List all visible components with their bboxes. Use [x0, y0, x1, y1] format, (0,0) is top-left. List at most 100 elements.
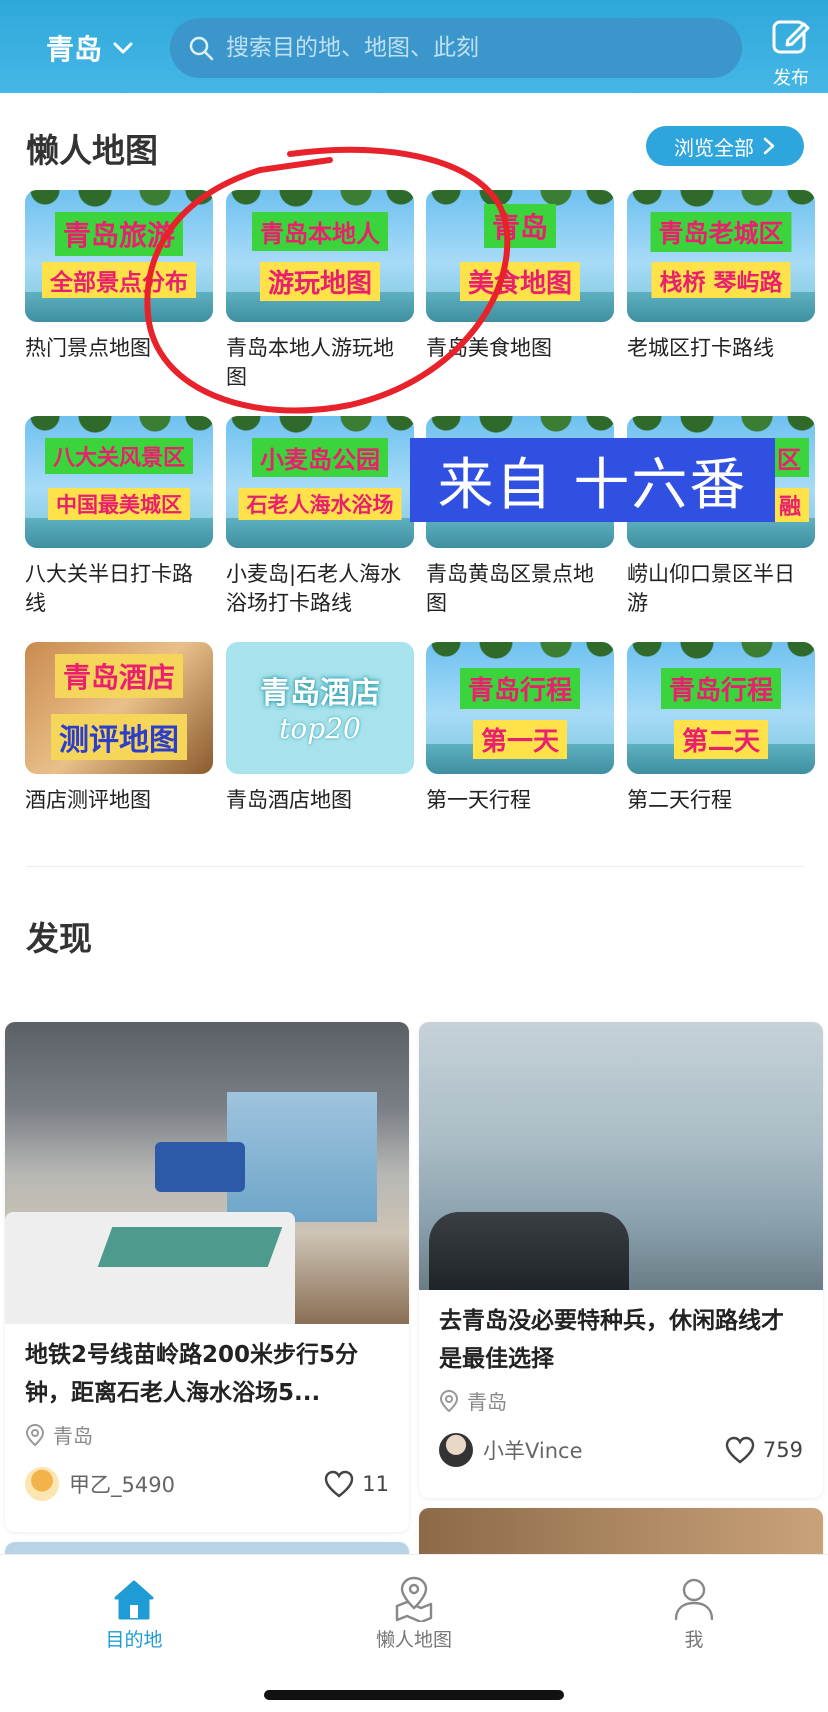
sofa [155, 1142, 245, 1192]
nav-item-destination[interactable]: 目的地 [64, 1573, 204, 1652]
thumb-subtitle: 中国最美城区 [48, 488, 190, 520]
feed-card[interactable]: 去青岛没必要特种兵，休闲路线才是最佳选择 青岛 小羊Vince 759 [419, 1022, 823, 1498]
tile-caption: 青岛美食地图 [426, 336, 552, 360]
city-selector[interactable]: 青岛 [46, 28, 134, 68]
nav-item-lazy-map[interactable]: 懒人地图 [344, 1573, 484, 1652]
map-tile[interactable]: 青岛酒店 测评地图 酒店测评地图 [25, 642, 213, 815]
tile-caption: 热门景点地图 [25, 336, 151, 360]
thumb-subtitle: 石老人海水浴场 [238, 488, 402, 520]
chevron-right-icon [763, 137, 775, 155]
map-thumbnail: 青岛旅游 全部景点分布 [25, 190, 213, 322]
map-tile[interactable]: 青岛老城区 栈桥 琴屿路 老城区打卡路线 [627, 190, 815, 363]
thumb-title: 青岛本地人 [252, 212, 388, 251]
tile-caption: 小麦岛|石老人海水浴场打卡路线 [226, 562, 402, 615]
feed-image [5, 1022, 409, 1324]
thumb-subtitle: 栈桥 琴屿路 [651, 262, 791, 298]
publish-label: 发布 [773, 68, 809, 89]
heart-icon [725, 1436, 755, 1464]
thumb-subtitle: 测评地图 [51, 714, 187, 760]
location-label: 青岛 [53, 1424, 93, 1448]
thumb-subtitle: 第二天 [673, 720, 769, 759]
thumb-title: 小麦岛公园 [252, 438, 388, 477]
tile-caption: 第二天行程 [627, 788, 732, 812]
thumb-subtitle: 第一天 [472, 720, 568, 759]
like-button[interactable]: 11 [324, 1470, 389, 1498]
home-icon [114, 1580, 154, 1620]
map-tile[interactable]: 青岛行程 第二天 第二天行程 [627, 642, 815, 815]
feed-card-location: 青岛 [419, 1386, 823, 1415]
browse-all-label: 浏览全部 [674, 135, 754, 160]
thumb-title: 青岛行程 [660, 668, 782, 709]
tile-caption: 青岛酒店地图 [226, 788, 352, 812]
nav-label: 懒人地图 [375, 1629, 452, 1651]
publish-button[interactable]: 发布 [766, 16, 816, 90]
map-thumbnail: 青岛老城区 栈桥 琴屿路 [627, 190, 815, 322]
username[interactable]: 甲乙_5490 [69, 1469, 324, 1499]
thumb-title: 青岛旅游 [54, 212, 184, 256]
location-label: 青岛 [467, 1390, 507, 1414]
username[interactable]: 小羊Vince [483, 1435, 725, 1465]
thumb-subtitle: 融 [770, 488, 809, 522]
feed-card-title: 地铁2号线苗岭路200米步行5分钟，距离石老人海水浴场5... [25, 1342, 359, 1406]
thumb-title: 青岛老城区 [650, 212, 792, 252]
thumb-subtitle: 游玩地图 [259, 262, 381, 301]
map-tile[interactable]: 青岛 美食地图 青岛美食地图 [426, 190, 614, 363]
section-divider [26, 866, 804, 867]
feed-card-title: 去青岛没必要特种兵，休闲路线才是最佳选择 [439, 1308, 784, 1372]
map-thumbnail: 青岛 美食地图 [426, 190, 614, 322]
bed-runner [97, 1227, 283, 1267]
map-tile[interactable]: 青岛本地人 游玩地图 青岛本地人游玩地图 [226, 190, 414, 392]
like-count: 759 [762, 1438, 803, 1462]
tile-caption: 老城区打卡路线 [627, 336, 774, 360]
map-tile[interactable]: 青岛旅游 全部景点分布 热门景点地图 [25, 190, 213, 363]
feed-card-meta: 甲乙_5490 11 [5, 1467, 409, 1501]
edit-icon [772, 20, 810, 54]
top-bar: 青岛 发布 [0, 0, 828, 93]
tile-caption: 青岛本地人游玩地图 [226, 336, 394, 389]
location-pin-icon [439, 1389, 459, 1412]
map-thumbnail: 青岛行程 第二天 [627, 642, 815, 774]
like-button[interactable]: 759 [725, 1436, 803, 1464]
avatar[interactable] [25, 1467, 59, 1501]
thumb-title: 八大关风景区 [44, 438, 194, 474]
tile-caption: 第一天行程 [426, 788, 531, 812]
map-tile[interactable]: 小麦岛公园 石老人海水浴场 小麦岛|石老人海水浴场打卡路线 [226, 416, 414, 618]
map-tile[interactable]: 青岛行程 第一天 第一天行程 [426, 642, 614, 815]
heart-icon [325, 1470, 354, 1498]
location-pin-icon [25, 1423, 45, 1446]
thumb-subtitle: 全部景点分布 [42, 262, 196, 298]
feed-image [419, 1022, 823, 1290]
thumb-title: 青岛酒店 [260, 676, 380, 711]
section-title-lazy-map: 懒人地图 [26, 131, 158, 170]
like-count: 11 [362, 1472, 389, 1496]
map-thumbnail: 八大关风景区 中国最美城区 [25, 416, 213, 548]
avatar[interactable] [439, 1433, 473, 1467]
home-indicator [264, 1690, 564, 1700]
chevron-down-icon [113, 42, 133, 54]
nav-label: 我 [684, 1629, 704, 1651]
nav-label: 目的地 [105, 1629, 163, 1651]
search-bar[interactable] [170, 18, 742, 78]
window [227, 1092, 377, 1222]
search-input[interactable] [226, 35, 726, 61]
map-tile[interactable]: 青岛酒店 top20 青岛酒店地图 [226, 642, 414, 815]
city-label: 青岛 [46, 33, 103, 66]
thumb-title: 青岛行程 [459, 668, 581, 709]
map-tile[interactable]: 八大关风景区 中国最美城区 八大关半日打卡路线 [25, 416, 213, 618]
people [429, 1212, 629, 1290]
thumb-subtitle: top20 [279, 712, 361, 745]
nav-item-me[interactable]: 我 [624, 1573, 764, 1652]
tile-caption: 酒店测评地图 [25, 788, 151, 812]
thumb-title: 青岛 [483, 204, 557, 248]
map-thumbnail: 青岛行程 第一天 [426, 642, 614, 774]
thumb-title: 区 [769, 438, 809, 477]
feed-card-meta: 小羊Vince 759 [419, 1433, 823, 1467]
tile-caption: 青岛黄岛区景点地图 [426, 562, 594, 615]
feed-card-location: 青岛 [5, 1420, 409, 1449]
map-thumbnail: 青岛本地人 游玩地图 [226, 190, 414, 322]
tile-caption: 崂山仰口景区半日游 [627, 562, 795, 615]
feed-card[interactable]: 地铁2号线苗岭路200米步行5分钟，距离石老人海水浴场5... 青岛 甲乙_54… [5, 1022, 409, 1532]
tile-caption: 八大关半日打卡路线 [25, 562, 193, 615]
bottom-nav: 目的地 懒人地图 我 [0, 1554, 828, 1712]
browse-all-button[interactable]: 浏览全部 [646, 126, 804, 166]
